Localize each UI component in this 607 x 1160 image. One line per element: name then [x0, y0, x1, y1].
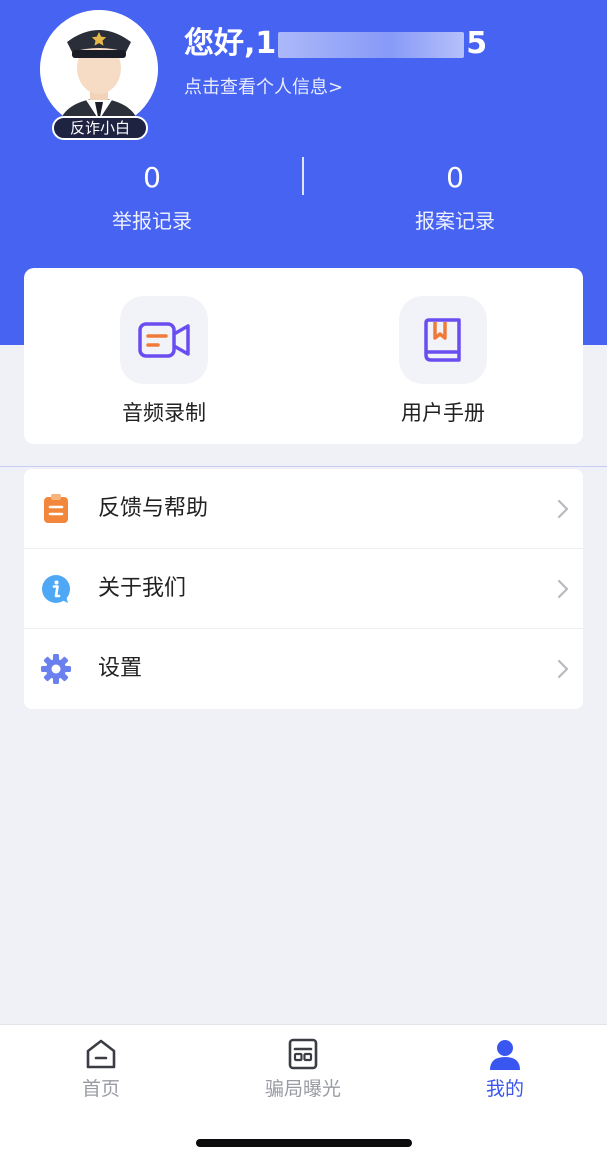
user-manual-button[interactable]: 用户手册 [363, 296, 523, 428]
menu-item-feedback[interactable]: 反馈与帮助 [24, 469, 583, 549]
menu-item-settings[interactable]: 设置 [24, 629, 583, 709]
video-record-icon [120, 296, 208, 384]
section-divider [0, 466, 607, 467]
menu-item-label: 关于我们 [98, 576, 187, 601]
stat-label: 举报记录 [112, 209, 192, 233]
gear-icon [41, 654, 71, 684]
chevron-right-icon [557, 659, 569, 679]
menu-list: 反馈与帮助 关于我们 设置 [24, 469, 583, 709]
tab-home[interactable]: 首页 [31, 1037, 171, 1101]
exposure-icon [288, 1038, 318, 1070]
stat-divider [302, 157, 304, 195]
stat-label: 报案记录 [415, 209, 495, 233]
avatar[interactable] [40, 10, 158, 128]
phone-mask [278, 31, 465, 58]
chevron-right-icon [557, 579, 569, 599]
profile-link[interactable]: 点击查看个人信息> [184, 74, 343, 102]
stat-report-records[interactable]: 0 举报记录 [52, 158, 252, 236]
menu-item-about[interactable]: 关于我们 [24, 549, 583, 629]
tab-mine[interactable]: 我的 [435, 1037, 575, 1101]
home-indicator [196, 1139, 412, 1147]
tab-label: 首页 [81, 1078, 120, 1100]
quick-action-label: 音频录制 [122, 401, 206, 425]
greeting-prefix: 您好,1 [184, 26, 277, 61]
tab-scam-exposure[interactable]: 骗局曝光 [233, 1037, 373, 1101]
stat-case-records[interactable]: 0 报案记录 [355, 158, 555, 236]
clipboard-icon [44, 494, 68, 523]
home-icon [86, 1039, 116, 1069]
quick-action-label: 用户手册 [401, 401, 485, 425]
chevron-right-icon [557, 499, 569, 519]
tab-label: 骗局曝光 [264, 1078, 341, 1100]
avatar-badge: 反诈小白 [52, 116, 148, 140]
menu-item-label: 设置 [98, 656, 143, 681]
greeting: 您好,1 5 [184, 22, 487, 66]
stat-value: 0 [143, 161, 161, 194]
quick-actions-card: 音频录制 用户手册 [24, 268, 583, 444]
menu-item-label: 反馈与帮助 [98, 496, 209, 521]
stat-value: 0 [446, 161, 464, 194]
tab-label: 我的 [485, 1078, 524, 1100]
greeting-suffix: 5 [466, 26, 488, 61]
manual-book-icon [399, 296, 487, 384]
profile-icon [490, 1040, 520, 1070]
info-icon [42, 575, 70, 603]
police-avatar-icon [40, 10, 158, 128]
audio-record-button[interactable]: 音频录制 [84, 296, 244, 428]
